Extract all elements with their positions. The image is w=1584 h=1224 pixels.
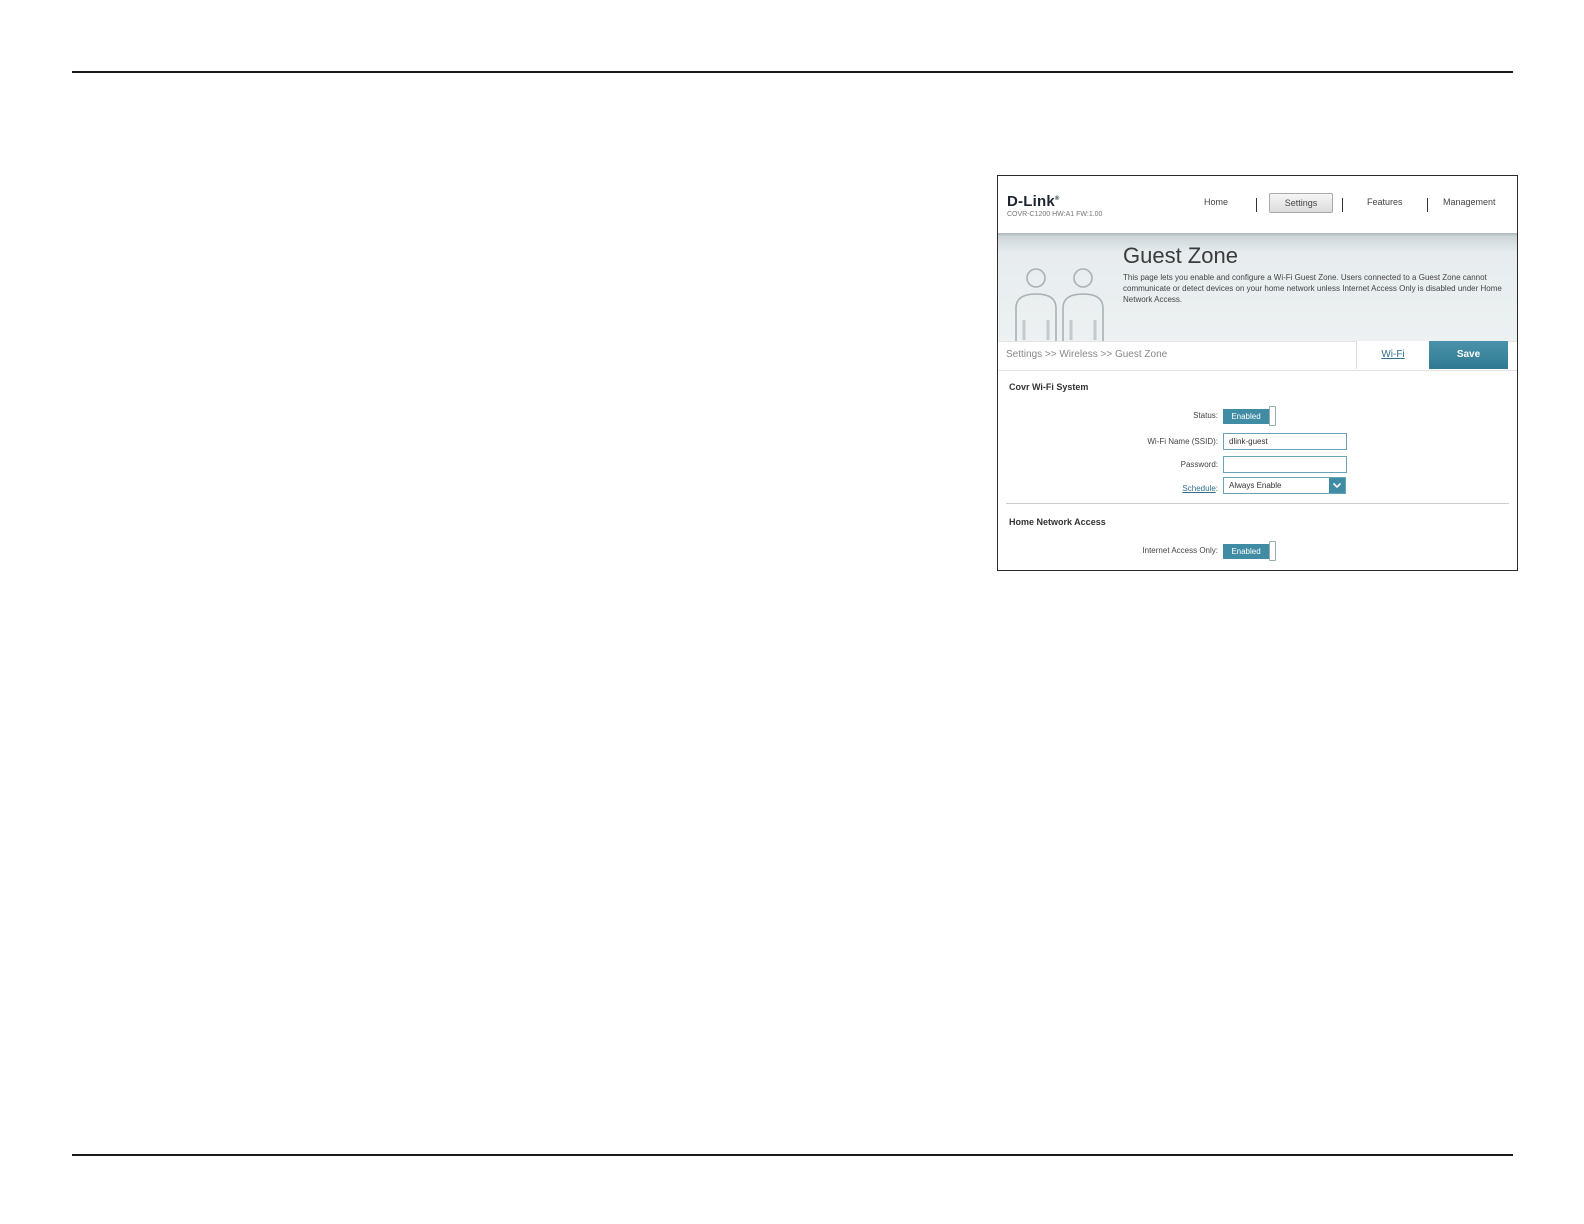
page-description: This page lets you enable and configure … xyxy=(1123,273,1502,304)
nav-settings[interactable]: Settings xyxy=(1269,193,1333,213)
password-label: Password: xyxy=(1180,460,1218,469)
router-settings-screenshot: D-Link® COVR-C1200 HW:A1 FW:1.00 Home Se… xyxy=(997,175,1518,571)
nav-separator xyxy=(1256,198,1257,212)
page-top-rule xyxy=(72,71,1513,73)
schedule-link[interactable]: Schedule xyxy=(1182,484,1215,493)
ssid-input[interactable]: dlink-guest xyxy=(1223,433,1347,450)
guest-people-icon xyxy=(1015,268,1104,342)
home-network-section-title: Home Network Access xyxy=(1009,517,1106,527)
nav-separator xyxy=(1427,198,1428,212)
model-info: COVR-C1200 HW:A1 FW:1.00 xyxy=(1007,211,1103,218)
nav-separator xyxy=(1342,198,1343,212)
toggle-knob xyxy=(1269,541,1276,561)
breadcrumb: Settings >> Wireless >> Guest Zone xyxy=(1006,349,1168,360)
status-label: Status: xyxy=(1193,411,1218,420)
page-title: Guest Zone xyxy=(1123,243,1238,268)
brand-logo: D-Link® xyxy=(1007,193,1060,210)
schedule-select[interactable]: Always Enable xyxy=(1223,477,1346,494)
banner-shade xyxy=(998,233,1517,237)
toggle-knob xyxy=(1269,406,1276,426)
status-toggle-value: Enabled xyxy=(1223,409,1269,424)
top-header: D-Link® COVR-C1200 HW:A1 FW:1.00 Home Se… xyxy=(998,176,1517,233)
schedule-label: Schedule: xyxy=(1182,484,1218,493)
internet-access-only-label: Internet Access Only: xyxy=(1142,546,1218,555)
chevron-down-icon xyxy=(1329,478,1345,493)
covr-section-title: Covr Wi-Fi System xyxy=(1009,382,1089,392)
nav-home[interactable]: Home xyxy=(1204,197,1228,207)
internet-access-only-value: Enabled xyxy=(1223,544,1269,559)
ssid-label: Wi-Fi Name (SSID): xyxy=(1147,437,1218,446)
wifi-link[interactable]: Wi-Fi xyxy=(1356,341,1429,369)
page-bottom-rule xyxy=(72,1154,1513,1156)
section-divider xyxy=(1006,503,1509,504)
schedule-value: Always Enable xyxy=(1229,481,1282,490)
nav-features[interactable]: Features xyxy=(1367,197,1403,207)
password-input[interactable] xyxy=(1223,456,1347,473)
save-button[interactable]: Save xyxy=(1429,341,1508,369)
nav-management[interactable]: Management xyxy=(1443,197,1496,207)
